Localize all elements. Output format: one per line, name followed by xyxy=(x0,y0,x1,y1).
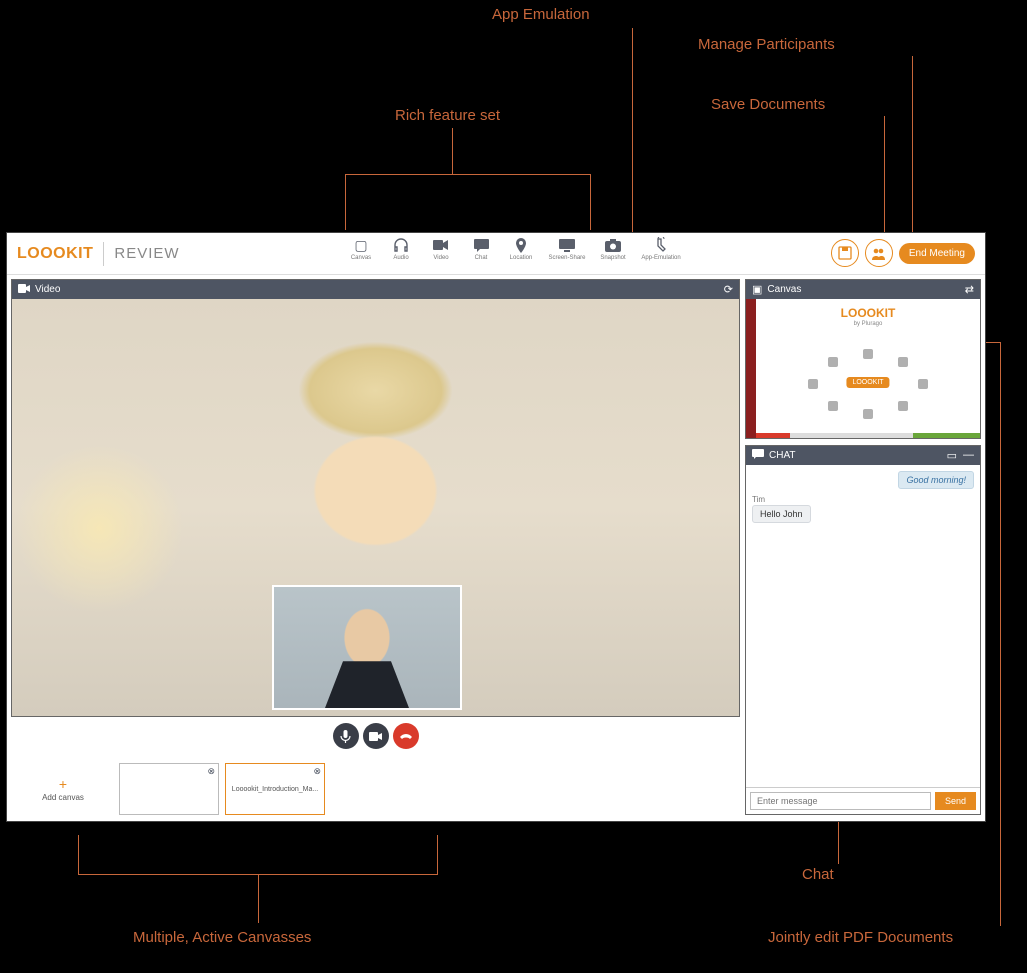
canvas-panel-header: ▣ Canvas ⇄ xyxy=(746,280,980,299)
canvas-strip: + Add canvas ⊗ ⊗ Looookit_Introduction_M… xyxy=(11,757,740,815)
monitor-icon xyxy=(557,236,577,254)
chat-message-block: Tim Hello John xyxy=(752,495,974,523)
toolbar-snapshot-button[interactable]: Snapshot xyxy=(597,236,629,261)
pin-icon xyxy=(511,236,531,254)
toolbar-screenshare-button[interactable]: Screen-Share xyxy=(545,236,589,261)
chat-panel: CHAT ▭ — Good morning! Tim Hello John xyxy=(745,445,981,815)
save-documents-button[interactable] xyxy=(831,239,859,267)
toolbar-label: Screen-Share xyxy=(548,255,585,261)
annot-line xyxy=(452,128,453,174)
close-icon[interactable]: ⊗ xyxy=(313,766,321,777)
annot-jointly-edit: Jointly edit PDF Documents xyxy=(768,929,953,946)
topbar: LOOOKIT REVIEW ▢ Canvas Audio Video xyxy=(7,233,985,275)
expand-icon[interactable]: ▭ xyxy=(947,449,957,462)
swap-icon[interactable]: ⇄ xyxy=(965,283,974,296)
chat-input[interactable] xyxy=(750,792,931,810)
toolbar-chat-button[interactable]: Chat xyxy=(465,236,497,261)
chat-message: Good morning! xyxy=(898,471,974,489)
toolbar-canvas-button[interactable]: ▢ Canvas xyxy=(345,236,377,261)
refresh-icon[interactable]: ⟳ xyxy=(724,283,733,296)
whiteboard-icon: ▢ xyxy=(351,236,371,254)
chat-input-row: Send xyxy=(746,787,980,814)
toolbar-audio-button[interactable]: Audio xyxy=(385,236,417,261)
chat-message-row: Hello John xyxy=(752,505,974,523)
toolbar-label: Video xyxy=(433,255,448,261)
annot-manage-participants: Manage Participants xyxy=(698,36,835,53)
right-column: ▣ Canvas ⇄ LOOOKIT by Plurago xyxy=(745,275,985,821)
hangup-button[interactable] xyxy=(393,723,419,749)
slide-center-badge: LOOOKIT xyxy=(846,377,889,388)
close-icon[interactable]: ⊗ xyxy=(207,766,215,777)
chat-icon xyxy=(471,236,491,254)
annot-line xyxy=(258,875,259,923)
headphones-icon xyxy=(391,236,411,254)
chat-message: Hello John xyxy=(752,505,811,523)
video-panel-title: Video xyxy=(35,284,60,295)
slide-progress[interactable] xyxy=(756,433,980,438)
annot-line xyxy=(884,116,885,234)
annot-line xyxy=(632,28,633,232)
annot-rich-feature: Rich feature set xyxy=(395,107,500,124)
chat-send-button[interactable]: Send xyxy=(935,792,976,810)
add-canvas-button[interactable]: + Add canvas xyxy=(13,763,113,815)
toolbar-label: Location xyxy=(510,255,533,261)
toolbar-label: App-Emulation xyxy=(641,255,680,261)
minimize-icon[interactable]: — xyxy=(963,449,974,462)
chat-username: Tim xyxy=(752,495,974,504)
video-icon xyxy=(18,284,30,296)
toolbar-label: Audio xyxy=(393,255,408,261)
annot-line xyxy=(912,56,913,234)
canvas-body[interactable]: LOOOKIT by Plurago LOOOKIT xyxy=(746,299,980,438)
plus-icon: + xyxy=(59,777,67,791)
canvas-panel-title: Canvas xyxy=(767,284,801,295)
brand-logo: LOOOKIT xyxy=(17,242,104,266)
topbar-right: End Meeting xyxy=(831,239,975,267)
toolbar-label: Snapshot xyxy=(600,255,625,261)
annot-bracket-bottom xyxy=(78,835,438,875)
add-canvas-label: Add canvas xyxy=(42,793,84,802)
page-title: REVIEW xyxy=(104,245,179,262)
chat-body: Good morning! Tim Hello John xyxy=(746,465,980,787)
call-controls xyxy=(11,717,740,757)
slide-logo: LOOOKIT xyxy=(841,306,896,320)
toolbar-appemulation-button[interactable]: App-Emulation xyxy=(637,236,685,261)
main-area: Video ⟳ xyxy=(7,275,985,821)
camera-toggle-button[interactable] xyxy=(363,723,389,749)
layers-icon: ▣ xyxy=(752,283,762,296)
canvas-panel: ▣ Canvas ⇄ LOOOKIT by Plurago xyxy=(745,279,981,439)
toolbar: ▢ Canvas Audio Video Chat xyxy=(345,233,685,275)
annot-line xyxy=(1000,342,1001,926)
mute-button[interactable] xyxy=(333,723,359,749)
canvas-thumbnail-active[interactable]: ⊗ Looookit_Introduction_Ma... xyxy=(225,763,325,815)
annot-save-documents: Save Documents xyxy=(711,96,825,113)
canvas-thumb-label: Looookit_Introduction_Ma... xyxy=(232,786,318,793)
hand-tap-icon xyxy=(651,236,671,254)
annot-chat: Chat xyxy=(802,866,834,883)
canvas-thumbnail[interactable]: ⊗ xyxy=(119,763,219,815)
manage-participants-button[interactable] xyxy=(865,239,893,267)
annot-bracket xyxy=(345,174,591,230)
chat-icon xyxy=(752,449,764,462)
video-icon xyxy=(431,236,451,254)
toolbar-video-button[interactable]: Video xyxy=(425,236,457,261)
app-window: LOOOKIT REVIEW ▢ Canvas Audio Video xyxy=(6,232,986,822)
chat-message-row: Good morning! xyxy=(752,471,974,489)
video-panel: Video ⟳ xyxy=(11,279,740,717)
toolbar-location-button[interactable]: Location xyxy=(505,236,537,261)
camera-icon xyxy=(603,236,623,254)
toolbar-label: Canvas xyxy=(351,255,371,261)
chat-panel-header: CHAT ▭ — xyxy=(746,446,980,465)
chat-panel-title: CHAT xyxy=(769,450,795,461)
video-body xyxy=(12,299,739,716)
annot-multiple-canvasses: Multiple, Active Canvasses xyxy=(133,929,311,946)
toolbar-label: Chat xyxy=(475,255,488,261)
video-pip[interactable] xyxy=(272,585,462,710)
end-meeting-button[interactable]: End Meeting xyxy=(899,243,975,264)
left-column: Video ⟳ xyxy=(7,275,745,821)
slide-subtitle: by Plurago xyxy=(854,321,883,327)
video-panel-header: Video ⟳ xyxy=(12,280,739,299)
annot-app-emulation: App Emulation xyxy=(492,6,590,23)
